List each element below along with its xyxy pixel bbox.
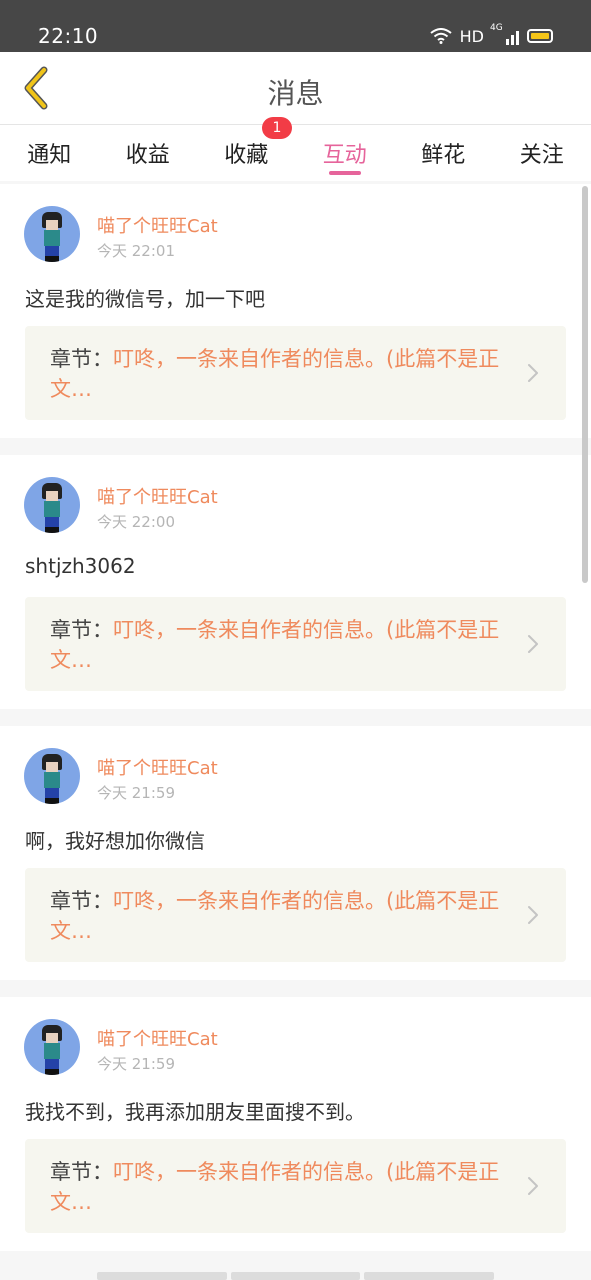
chapter-title: 叮咚，一条来自作者的信息。(此篇不是正文…	[50, 889, 500, 943]
message-card: 喵了个旺旺Cat 今天 22:00 shtjzh3062 章节：叮咚，一条来自作…	[0, 455, 591, 709]
message-time: 今天 22:01	[97, 242, 175, 260]
chapter-link[interactable]: 章节：叮咚，一条来自作者的信息。(此篇不是正文…	[25, 1139, 566, 1233]
unread-badge: 1	[262, 117, 292, 139]
message-time: 今天 21:59	[97, 784, 175, 802]
scrollbar[interactable]	[582, 186, 588, 583]
tab-label: 收藏	[224, 143, 269, 168]
chapter-title: 叮咚，一条来自作者的信息。(此篇不是正文…	[50, 618, 500, 672]
chapter-title: 叮咚，一条来自作者的信息。(此篇不是正文…	[50, 347, 500, 401]
chevron-right-icon	[528, 906, 538, 924]
tab-bar: 通知 收益 收藏 1 互动 鲜花 关注	[0, 117, 591, 181]
username[interactable]: 喵了个旺旺Cat	[97, 1025, 218, 1051]
tab-label: 互动	[322, 143, 367, 168]
chevron-right-icon	[528, 364, 538, 382]
tab-favorites[interactable]: 收藏 1	[197, 117, 296, 181]
signal-label: 4G	[490, 23, 503, 33]
username[interactable]: 喵了个旺旺Cat	[97, 212, 218, 238]
username[interactable]: 喵了个旺旺Cat	[97, 754, 218, 780]
tab-interactions[interactable]: 互动	[296, 125, 395, 181]
chapter-link[interactable]: 章节：叮咚，一条来自作者的信息。(此篇不是正文…	[25, 597, 566, 691]
network-label: HD	[459, 26, 484, 46]
chapter-text: 章节：叮咚，一条来自作者的信息。(此篇不是正文…	[50, 344, 520, 404]
chapter-label: 章节：	[50, 889, 113, 913]
message-content: 啊，我好想加你微信	[25, 829, 205, 853]
battery-icon	[527, 29, 553, 43]
tab-earnings[interactable]: 收益	[99, 125, 198, 181]
tab-label: 鲜花	[421, 143, 466, 168]
tab-label: 通知	[27, 143, 72, 168]
chapter-label: 章节：	[50, 347, 113, 371]
wifi-icon	[430, 28, 452, 44]
bottom-nav-indicator	[97, 1272, 495, 1280]
chapter-text: 章节：叮咚，一条来自作者的信息。(此篇不是正文…	[50, 615, 520, 675]
tab-label: 关注	[519, 143, 564, 168]
app-header: 消息	[0, 52, 591, 125]
tab-notifications[interactable]: 通知	[0, 125, 99, 181]
avatar[interactable]	[24, 206, 80, 262]
chapter-title: 叮咚，一条来自作者的信息。(此篇不是正文…	[50, 1160, 500, 1214]
status-bar: 22:10 HD 4G	[0, 0, 591, 52]
message-time: 今天 21:59	[97, 1055, 175, 1073]
avatar[interactable]	[24, 1019, 80, 1075]
avatar[interactable]	[24, 748, 80, 804]
signal-icon: 4G	[490, 23, 519, 45]
tab-label: 收益	[125, 143, 170, 168]
message-feed[interactable]: 喵了个旺旺Cat 今天 22:01 这是我的微信号，加一下吧 章节：叮咚，一条来…	[0, 184, 591, 1280]
chapter-link[interactable]: 章节：叮咚，一条来自作者的信息。(此篇不是正文…	[25, 326, 566, 420]
message-card: 喵了个旺旺Cat 今天 22:01 这是我的微信号，加一下吧 章节：叮咚，一条来…	[0, 184, 591, 438]
message-card: 喵了个旺旺Cat 今天 21:59 我找不到，我再添加朋友里面搜不到。 章节：叮…	[0, 997, 591, 1251]
message-card: 喵了个旺旺Cat 今天 21:59 啊，我好想加你微信 章节：叮咚，一条来自作者…	[0, 726, 591, 980]
chapter-link[interactable]: 章节：叮咚，一条来自作者的信息。(此篇不是正文…	[25, 868, 566, 962]
message-time: 今天 22:00	[97, 513, 175, 531]
chapter-text: 章节：叮咚，一条来自作者的信息。(此篇不是正文…	[50, 1157, 520, 1217]
chapter-label: 章节：	[50, 1160, 113, 1184]
tab-flowers[interactable]: 鲜花	[394, 125, 493, 181]
message-content: shtjzh3062	[25, 554, 136, 578]
username[interactable]: 喵了个旺旺Cat	[97, 483, 218, 509]
status-time: 22:10	[38, 24, 99, 48]
status-icons: HD 4G	[430, 23, 553, 48]
chapter-text: 章节：叮咚，一条来自作者的信息。(此篇不是正文…	[50, 886, 520, 946]
chevron-right-icon	[528, 635, 538, 653]
message-content: 我找不到，我再添加朋友里面搜不到。	[25, 1100, 365, 1124]
chapter-label: 章节：	[50, 618, 113, 642]
chevron-right-icon	[528, 1177, 538, 1195]
tab-following[interactable]: 关注	[493, 125, 591, 181]
page-title: 消息	[267, 77, 324, 110]
message-content: 这是我的微信号，加一下吧	[25, 287, 265, 311]
avatar[interactable]	[24, 477, 80, 533]
